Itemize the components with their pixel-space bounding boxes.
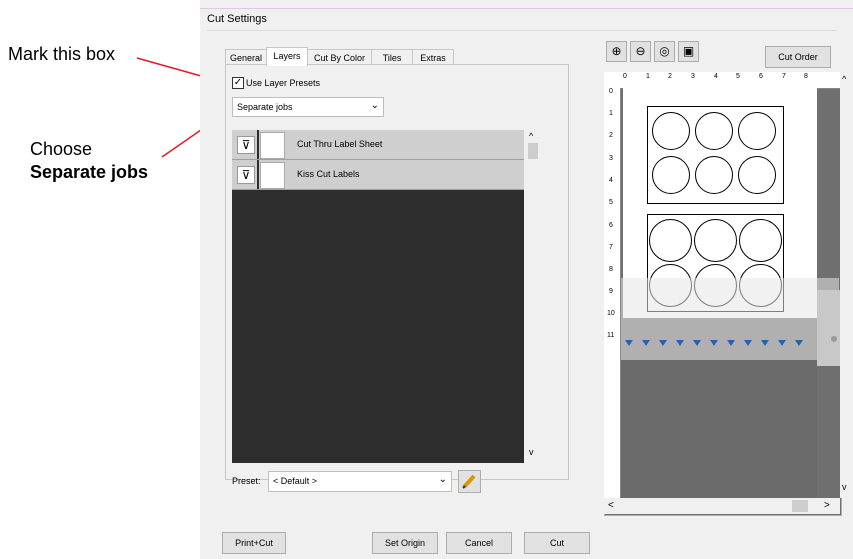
layer-list-scrollbar[interactable]: ^ v bbox=[527, 129, 539, 460]
horizontal-ruler: 0 1 2 3 4 5 6 7 8 bbox=[604, 72, 840, 89]
label-shape bbox=[694, 219, 737, 262]
feed-marker bbox=[778, 340, 786, 346]
ruler-tick: 10 bbox=[607, 310, 615, 317]
feed-marker bbox=[727, 340, 735, 346]
mat-lower-area bbox=[621, 360, 817, 514]
set-origin-button[interactable]: Set Origin bbox=[372, 532, 438, 554]
carriage-knob bbox=[831, 336, 837, 342]
ruler-tick: 2 bbox=[609, 132, 613, 139]
ruler-tick: 5 bbox=[609, 199, 613, 206]
scroll-right-icon[interactable]: > bbox=[824, 500, 830, 511]
scroll-thumb[interactable] bbox=[792, 500, 808, 512]
label-shape bbox=[652, 112, 690, 150]
scroll-thumb[interactable] bbox=[528, 143, 538, 159]
scroll-down-icon[interactable]: v bbox=[842, 482, 847, 492]
preview-vscroll[interactable]: ^ v bbox=[840, 72, 852, 498]
ruler-tick: 1 bbox=[609, 110, 613, 117]
ruler-tick: 3 bbox=[609, 155, 613, 162]
use-layer-presets-checkbox[interactable]: ✓ bbox=[232, 77, 244, 89]
feed-direction-markers bbox=[623, 338, 817, 348]
ruler-tick: 9 bbox=[609, 288, 613, 295]
ruler-tick: 8 bbox=[804, 73, 808, 80]
vertical-ruler: 0 1 2 3 4 5 6 7 8 9 10 11 bbox=[604, 88, 621, 514]
layer-name: Kiss Cut Labels bbox=[297, 169, 360, 179]
row-divider bbox=[257, 160, 259, 189]
cut-order-button[interactable]: Cut Order bbox=[765, 46, 831, 68]
ruler-tick: 4 bbox=[714, 73, 718, 80]
preset-label: Preset: bbox=[232, 476, 261, 486]
scroll-up-icon[interactable]: ^ bbox=[842, 74, 846, 84]
ruler-tick: 0 bbox=[609, 88, 613, 95]
zoom-fit-icon[interactable]: ◎ bbox=[654, 41, 675, 62]
ruler-tick: 4 bbox=[609, 177, 613, 184]
ruler-tick: 1 bbox=[646, 73, 650, 80]
preset-dropdown[interactable]: < Default > ⌄ bbox=[268, 471, 452, 492]
feed-marker bbox=[795, 340, 803, 346]
feed-marker bbox=[676, 340, 684, 346]
layer-thumbnail bbox=[260, 162, 285, 189]
ruler-tick: 3 bbox=[691, 73, 695, 80]
cancel-button[interactable]: Cancel bbox=[446, 532, 512, 554]
use-layer-presets-label: Use Layer Presets bbox=[246, 78, 321, 88]
zoom-in-icon[interactable]: ⊕ bbox=[606, 41, 627, 62]
ruler-tick: 8 bbox=[609, 266, 613, 273]
label-shape bbox=[695, 156, 733, 194]
edit-preset-button[interactable] bbox=[458, 470, 481, 493]
cut-button[interactable]: Cut bbox=[524, 532, 590, 554]
cut-tool-icon[interactable]: ⊽ bbox=[237, 136, 255, 154]
layer-name: Cut Thru Label Sheet bbox=[297, 139, 383, 149]
feed-marker bbox=[642, 340, 650, 346]
ruler-tick: 6 bbox=[759, 73, 763, 80]
chevron-down-icon: ⌄ bbox=[438, 474, 447, 485]
dialog-top-border bbox=[200, 8, 853, 9]
ruler-tick: 7 bbox=[609, 244, 613, 251]
label-shape bbox=[649, 219, 692, 262]
ruler-tick: 11 bbox=[607, 332, 615, 339]
row-divider bbox=[257, 130, 259, 159]
feed-marker bbox=[744, 340, 752, 346]
ruler-tick: 5 bbox=[736, 73, 740, 80]
feed-marker bbox=[710, 340, 718, 346]
layer-row[interactable]: ⊽ Kiss Cut Labels bbox=[232, 160, 524, 190]
tab-layers[interactable]: Layers bbox=[266, 47, 308, 66]
label-shape bbox=[738, 112, 776, 150]
scroll-left-icon[interactable]: < bbox=[608, 500, 614, 511]
title-divider bbox=[207, 30, 837, 31]
print-cut-button[interactable]: Print+Cut bbox=[222, 532, 286, 554]
feed-marker bbox=[625, 340, 633, 346]
preview-hscroll[interactable]: < > bbox=[604, 498, 840, 514]
layer-row[interactable]: ⊽ Cut Thru Label Sheet bbox=[232, 130, 524, 160]
carriage-handle bbox=[817, 290, 840, 366]
ruler-tick: 2 bbox=[668, 73, 672, 80]
feed-marker bbox=[693, 340, 701, 346]
pencil-icon bbox=[462, 474, 476, 489]
label-shape bbox=[695, 112, 733, 150]
preset-value: < Default > bbox=[273, 476, 318, 486]
chevron-down-icon: ⌄ bbox=[370, 100, 379, 111]
ruler-tick: 7 bbox=[782, 73, 786, 80]
label-shape bbox=[738, 156, 776, 194]
zoom-out-icon[interactable]: ⊖ bbox=[630, 41, 651, 62]
label-shape bbox=[652, 156, 690, 194]
feed-marker bbox=[659, 340, 667, 346]
dialog-title: Cut Settings bbox=[207, 13, 267, 25]
zoom-page-icon[interactable]: ▣ bbox=[678, 41, 699, 62]
scroll-up-icon[interactable]: ^ bbox=[529, 131, 533, 141]
ruler-tick: 6 bbox=[609, 222, 613, 229]
layer-mode-value: Separate jobs bbox=[237, 102, 293, 112]
cut-tool-icon[interactable]: ⊽ bbox=[237, 166, 255, 184]
layer-mode-dropdown[interactable]: Separate jobs ⌄ bbox=[232, 97, 384, 117]
scroll-down-icon[interactable]: v bbox=[529, 447, 534, 457]
feed-marker bbox=[761, 340, 769, 346]
label-shape bbox=[739, 219, 782, 262]
ruler-tick: 0 bbox=[623, 73, 627, 80]
layer-thumbnail bbox=[260, 132, 285, 159]
